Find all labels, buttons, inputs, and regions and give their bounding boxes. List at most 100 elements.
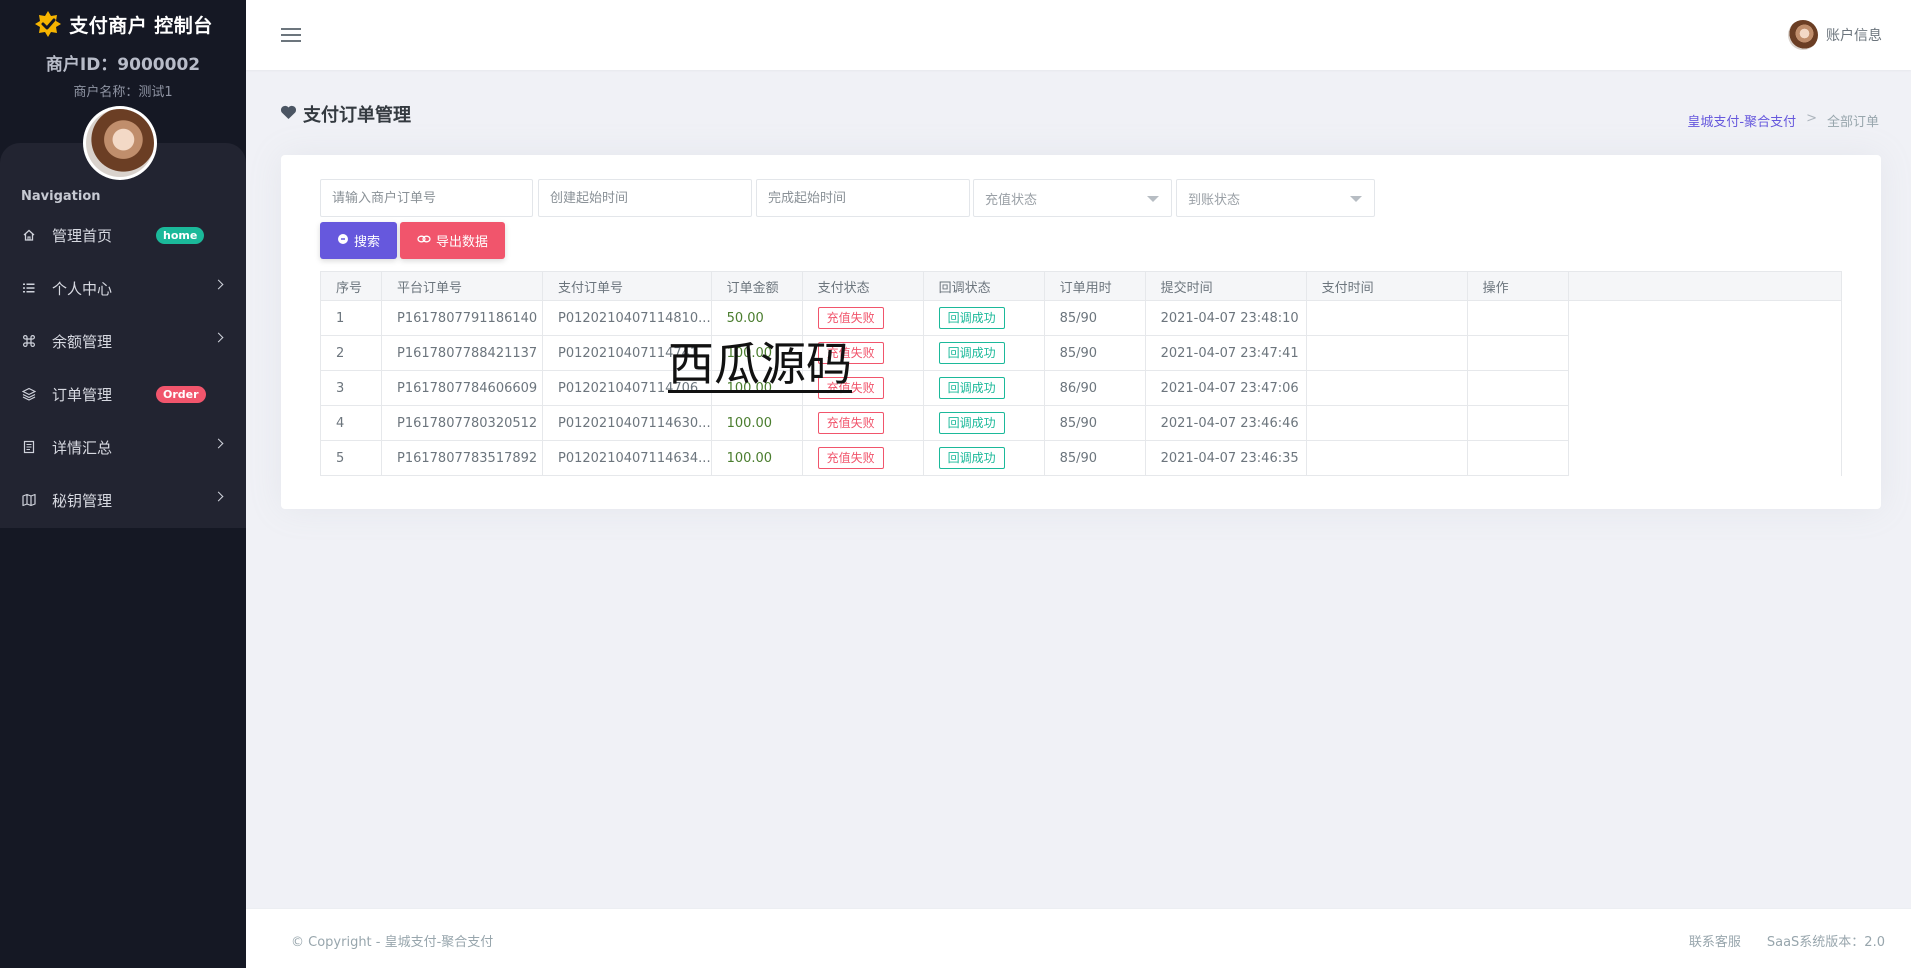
export-button-label: 导出数据 [435, 235, 488, 250]
cell-index: 1 [320, 300, 382, 336]
table-row: 1 P1617807791186140 P0120210407114810...… [320, 300, 1843, 336]
cell-ops [1466, 405, 1569, 441]
search-icon [337, 233, 349, 249]
cell-duration: 85/90 [1043, 440, 1146, 476]
cell-submit-time: 2021-04-07 23:47:41 [1144, 335, 1307, 371]
breadcrumb-link[interactable]: 皇城支付-聚合支付 [1687, 111, 1796, 130]
callback-badge: 回调成功 [938, 377, 1005, 399]
merchant-name: 商户名称：测试1 [73, 85, 173, 100]
avatar-image [86, 109, 154, 177]
column-header: 订单用时 [1043, 271, 1146, 301]
column-header: 提交时间 [1144, 271, 1307, 301]
account-menu[interactable]: 账户信息 [1788, 20, 1882, 50]
cell-ops [1466, 370, 1569, 406]
callback-badge: 回调成功 [938, 447, 1005, 469]
cell-platform-no: P1617807791186140 [381, 300, 543, 336]
version-text: SaaS系统版本：2.0 [1766, 935, 1885, 950]
sidebar-item-label: 详情汇总 [52, 438, 113, 457]
merchant-id: 商户ID：9000002 [45, 55, 201, 75]
account-label: 账户信息 [1826, 28, 1882, 44]
cell-callback: 回调成功 [922, 370, 1045, 406]
cell-callback: 回调成功 [922, 335, 1045, 371]
breadcrumb-current: 全部订单 [1826, 115, 1879, 130]
avatar[interactable] [83, 106, 157, 180]
footer: © Copyright - 皇城支付-聚合支付 联系客服 SaaS系统版本：2.… [246, 908, 1911, 968]
cell-filler [1567, 300, 1843, 336]
page-title: 支付订单管理 [280, 101, 411, 127]
menu-toggle-icon[interactable] [281, 28, 301, 42]
merchant-order-input[interactable] [320, 179, 533, 217]
sidebar: 支付商户 控制台 商户ID：9000002 商户名称：测试1 Navigatio… [0, 0, 246, 968]
cell-pay-time [1305, 370, 1468, 406]
document-icon [22, 440, 36, 454]
sidebar-item-home[interactable]: 管理首页 home [0, 215, 246, 255]
cell-index: 5 [320, 440, 382, 476]
column-header-filler [1567, 271, 1843, 301]
home-badge: home [156, 227, 205, 244]
cell-duration: 86/90 [1043, 370, 1146, 406]
caret-down-icon [1350, 196, 1362, 202]
cell-pay-time [1305, 335, 1468, 371]
sidebar-item-keys[interactable]: 秘钥管理 [0, 480, 246, 520]
status-badge: 充值失败 [817, 447, 884, 469]
user-avatar [1788, 20, 1818, 50]
cell-pay-time [1305, 300, 1468, 336]
brand: 支付商户 控制台 [0, 4, 246, 44]
breadcrumb: 皇城支付-聚合支付 > 全部订单 [1687, 111, 1879, 130]
arrival-status-select[interactable]: 到账状态 [1176, 179, 1375, 217]
cell-ops [1466, 440, 1569, 476]
column-header: 回调状态 [922, 271, 1045, 301]
cell-callback: 回调成功 [922, 440, 1045, 476]
cell-amount: 50.00 [710, 300, 803, 336]
callback-badge: 回调成功 [938, 412, 1005, 434]
recharge-status-value: 充值状态 [985, 192, 1038, 208]
column-header: 支付时间 [1305, 271, 1468, 301]
cell-platform-no: P1617807784606609 [381, 370, 543, 406]
home-icon [22, 228, 36, 242]
cell-submit-time: 2021-04-07 23:48:10 [1144, 300, 1307, 336]
chevron-right-icon [213, 438, 224, 449]
cell-duration: 85/90 [1043, 335, 1146, 371]
brand-title: 支付商户 控制台 [69, 14, 213, 37]
contact-link[interactable]: 联系客服 [1689, 931, 1741, 950]
command-icon [22, 334, 36, 348]
sidebar-item-orders[interactable]: 订单管理 Order [0, 374, 246, 414]
cell-amount: 100.00 [710, 405, 803, 441]
finish-time-input[interactable] [756, 179, 970, 217]
create-time-input[interactable] [538, 179, 752, 217]
layers-icon [22, 387, 36, 401]
orders-table: 序号 平台订单号 支付订单号 订单金额 支付状态 回调状态 订单用时 提交时间 … [320, 271, 1843, 476]
status-badge: 充值失败 [817, 307, 884, 329]
cell-filler [1567, 370, 1843, 406]
cell-index: 2 [320, 335, 382, 371]
watermark: 西瓜源码 [668, 337, 852, 393]
cell-filler [1567, 335, 1843, 371]
copyright: © Copyright - 皇城支付-聚合支付 [291, 935, 494, 950]
list-icon [22, 281, 36, 295]
cell-pay-no: P0120210407114630... [542, 405, 712, 441]
cell-callback: 回调成功 [922, 405, 1045, 441]
cell-pay-time [1305, 440, 1468, 476]
sidebar-item-label: 订单管理 [52, 385, 113, 404]
table-row: 5 P1617807783517892 P0120210407114634...… [320, 440, 1843, 476]
cell-platform-no: P1617807780320512 [381, 405, 543, 441]
table-header-row: 序号 平台订单号 支付订单号 订单金额 支付状态 回调状态 订单用时 提交时间 … [320, 271, 1843, 301]
order-badge: Order [156, 386, 206, 403]
link-icon [417, 233, 431, 248]
cell-pay-status: 充值失败 [801, 405, 924, 441]
cell-submit-time: 2021-04-07 23:46:35 [1144, 440, 1307, 476]
search-button[interactable]: 搜索 [320, 222, 397, 259]
cell-index: 4 [320, 405, 382, 441]
cell-amount: 100.00 [710, 440, 803, 476]
column-header: 支付状态 [801, 271, 924, 301]
callback-badge: 回调成功 [938, 342, 1005, 364]
sidebar-item-balance[interactable]: 余额管理 [0, 321, 246, 361]
cell-submit-time: 2021-04-07 23:47:06 [1144, 370, 1307, 406]
sidebar-item-details[interactable]: 详情汇总 [0, 427, 246, 467]
cell-pay-no: P0120210407114634... [542, 440, 712, 476]
export-button[interactable]: 导出数据 [400, 222, 505, 259]
sidebar-item-profile[interactable]: 个人中心 [0, 268, 246, 308]
cell-pay-time [1305, 405, 1468, 441]
recharge-status-select[interactable]: 充值状态 [973, 179, 1172, 217]
cell-duration: 85/90 [1043, 300, 1146, 336]
